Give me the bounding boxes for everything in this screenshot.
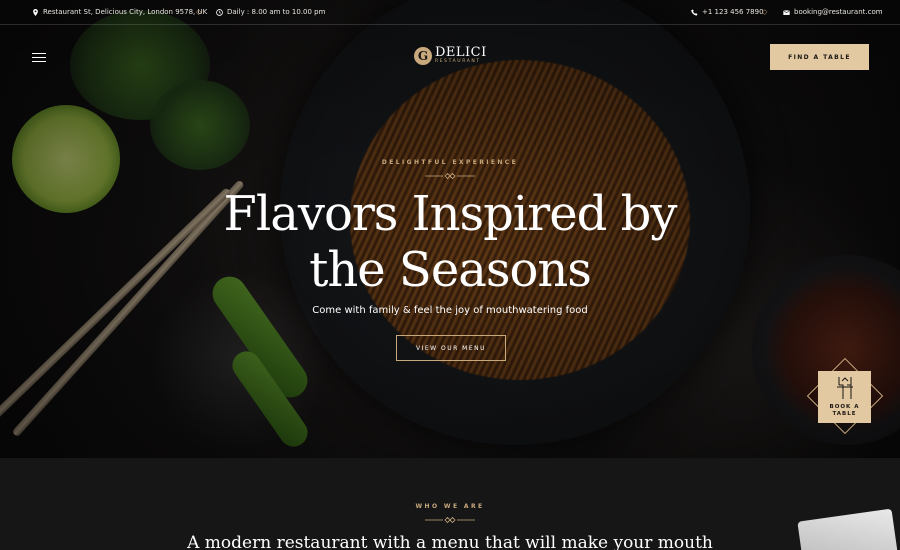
book-line2: TABLE: [832, 411, 857, 417]
hours-info: Daily : 8.00 am to 10.00 pm: [216, 8, 325, 16]
dining-table-icon: [837, 377, 853, 399]
section-eyebrow: WHO WE ARE: [415, 503, 485, 510]
phone-text: +1 123 456 7890: [702, 8, 764, 16]
book-a-table-badge[interactable]: BOOK A TABLE: [806, 357, 884, 435]
location-pin-icon: [33, 8, 38, 16]
email-text: booking@restaurant.com: [794, 8, 883, 16]
hero-title-line1: Flavors Inspired by: [223, 186, 678, 242]
phone-info[interactable]: +1 123 456 7890: [691, 8, 764, 16]
view-our-menu-button[interactable]: VIEW OUR MENU: [396, 335, 506, 361]
phone-icon: [691, 8, 698, 16]
address-text: Restaurant St, Delicious City, London 95…: [43, 8, 208, 16]
hero-subtitle: Come with family & feel the joy of mouth…: [312, 305, 588, 316]
logo-subtitle: RESTAURANT: [435, 59, 481, 64]
clock-icon: [216, 8, 223, 16]
hero-title: Flavors Inspired by the Seasons: [150, 186, 750, 298]
email-info[interactable]: booking@restaurant.com: [783, 8, 883, 16]
hero-eyebrow: DELIGHTFUL EXPERIENCE: [381, 159, 519, 166]
separator-icon: ◇: [196, 8, 202, 16]
separator-icon: ◇: [762, 8, 768, 16]
address-info: Restaurant St, Delicious City, London 95…: [32, 8, 207, 16]
book-line1: BOOK A: [829, 404, 860, 410]
ornament-divider-icon: [0, 516, 900, 524]
find-a-table-button[interactable]: FIND A TABLE: [770, 44, 869, 70]
logo-name: DELICI: [435, 45, 487, 60]
section-title: A modern restaurant with a menu that wil…: [187, 533, 713, 550]
logo[interactable]: G DELICI RESTAURANT: [414, 46, 487, 65]
ornament-divider-icon: [0, 172, 900, 180]
hero-title-line2: the Seasons: [309, 242, 592, 298]
logo-mark-icon: G: [414, 46, 432, 65]
hours-text: Daily : 8.00 am to 10.00 pm: [227, 8, 326, 16]
hamburger-icon[interactable]: [32, 52, 46, 62]
envelope-icon: [783, 9, 790, 15]
top-info-bar: Restaurant St, Delicious City, London 95…: [0, 0, 900, 25]
